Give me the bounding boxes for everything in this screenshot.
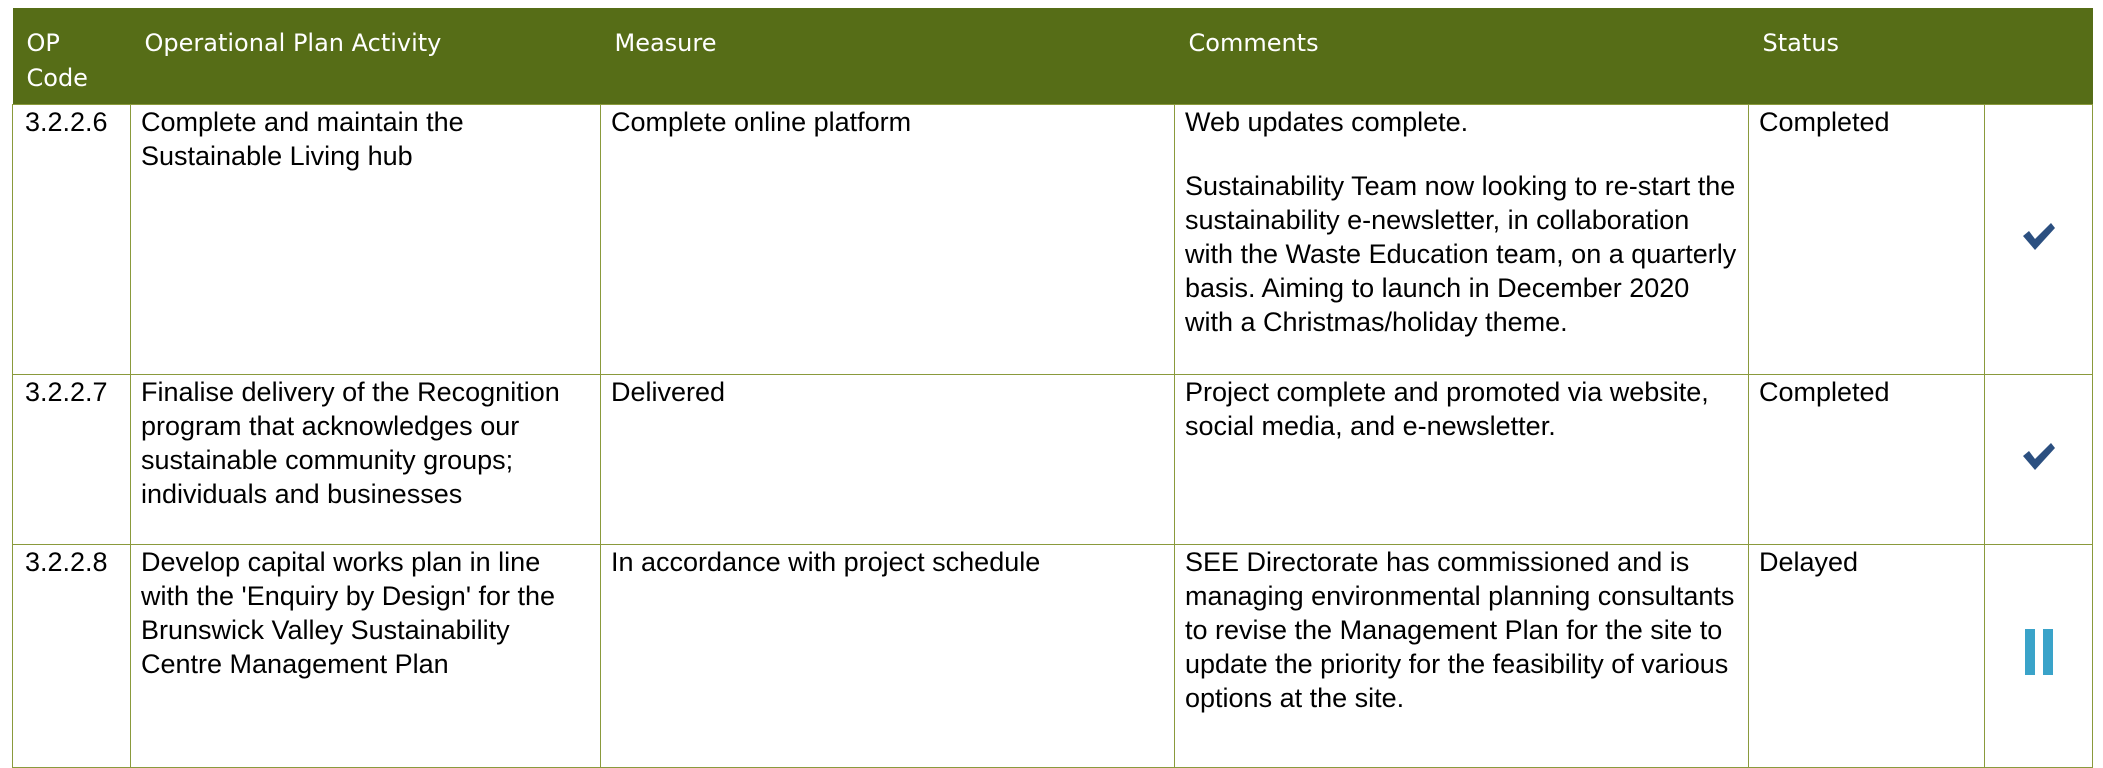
operational-plan-table: OP Code Operational Plan Activity Measur…: [12, 8, 2093, 768]
header-op-code: OP Code: [26, 29, 88, 92]
check-icon: [2021, 442, 2057, 478]
op-code-cell: 3.2.2.8: [12, 544, 131, 768]
op-code-cell: 3.2.2.7: [12, 374, 131, 545]
table-row: 3.2.2.7 Finalise delivery of the Recogni…: [12, 374, 2093, 545]
table-row: 3.2.2.8 Develop capital works plan in li…: [12, 544, 2093, 768]
op-code-cell: 3.2.2.6: [12, 104, 131, 375]
header-comments: Comments: [1188, 29, 1319, 57]
status-cell: Completed: [1748, 104, 1985, 375]
status-icon-cell: [1984, 374, 2093, 545]
header-status-icon: [1985, 8, 2093, 105]
status-cell: Completed: [1748, 374, 1985, 545]
status-cell: Delayed: [1748, 544, 1985, 768]
activity-cell: Finalise delivery of the Recognition pro…: [130, 374, 601, 545]
header-activity: Operational Plan Activity: [144, 29, 442, 57]
header-measure: Measure: [614, 29, 717, 57]
activity-cell: Develop capital works plan in line with …: [130, 544, 601, 768]
pause-icon: [2023, 629, 2055, 683]
header-status: Status: [1762, 29, 1839, 57]
activity-cell: Complete and maintain the Sustainable Li…: [130, 104, 601, 375]
table-row: 3.2.2.6 Complete and maintain the Sustai…: [12, 104, 2093, 375]
measure-cell: Complete online platform: [600, 104, 1175, 375]
comment-paragraph: Sustainability Team now looking to re-st…: [1185, 171, 1737, 337]
comments-cell: SEE Directorate has commissioned and is …: [1174, 544, 1749, 768]
comments-cell: Project complete and promoted via websit…: [1174, 374, 1749, 545]
check-icon: [2021, 222, 2057, 258]
table-header-row: OP Code Operational Plan Activity Measur…: [12, 8, 2093, 105]
comments-cell: Web updates complete. Sustainability Tea…: [1174, 104, 1749, 375]
comment-paragraph: Web updates complete.: [1185, 107, 1469, 137]
comment-paragraph: Project complete and promoted via websit…: [1185, 377, 1709, 441]
status-icon-cell: [1984, 544, 2093, 768]
measure-cell: Delivered: [600, 374, 1175, 545]
measure-cell: In accordance with project schedule: [600, 544, 1175, 768]
comment-paragraph: SEE Directorate has commissioned and is …: [1185, 547, 1735, 713]
status-icon-cell: [1984, 104, 2093, 375]
